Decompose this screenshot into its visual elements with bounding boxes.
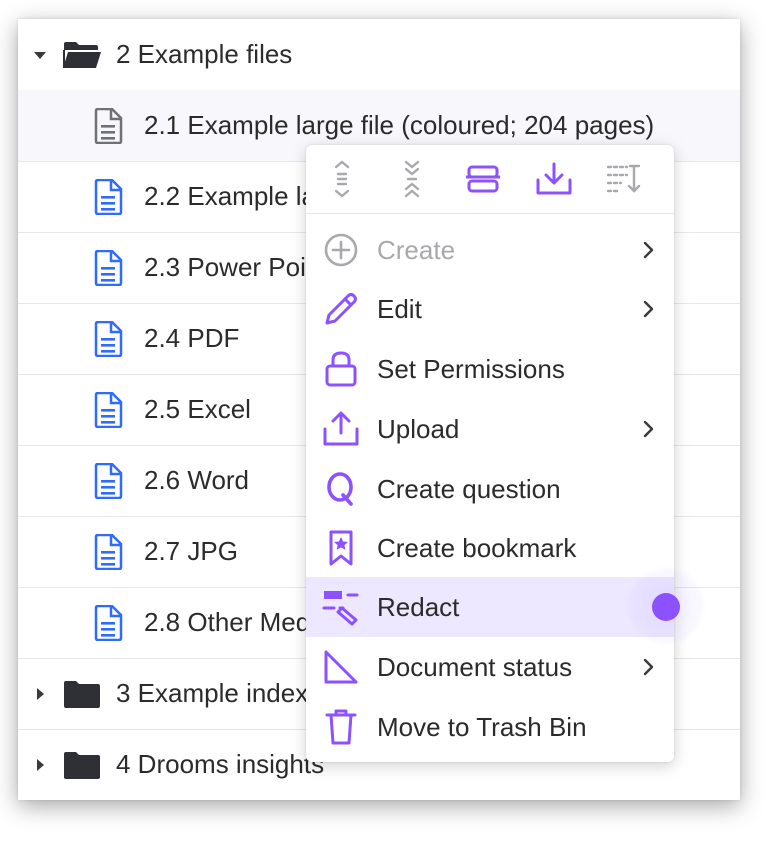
menu-item-label: Move to Trash Bin <box>377 711 587 742</box>
caret-down-icon[interactable] <box>32 47 48 63</box>
status-triangle-icon <box>322 648 360 686</box>
document-icon <box>94 604 123 641</box>
print-icon[interactable] <box>463 159 503 199</box>
file-label: 2.1 Example large file (coloured; 204 pa… <box>144 110 655 140</box>
menu-item-label: Edit <box>377 293 422 324</box>
menu-item-move-to-trash[interactable]: Move to Trash Bin <box>306 697 674 757</box>
download-icon[interactable] <box>534 159 574 199</box>
menu-item-label: Create question <box>377 473 561 504</box>
folder-label: 3 Example index <box>116 678 309 708</box>
folder-icon <box>64 680 100 708</box>
chevron-right-icon <box>643 241 654 259</box>
menu-item-set-permissions[interactable]: Set Permissions <box>306 339 674 399</box>
file-label: 2.5 Excel <box>144 394 251 424</box>
menu-item-redact[interactable]: Redact <box>306 577 674 637</box>
menu-item-create-question[interactable]: Create question <box>306 459 674 519</box>
caret-right-icon[interactable] <box>32 757 48 773</box>
menu-item-label: Create bookmark <box>377 532 577 563</box>
document-icon <box>94 391 123 428</box>
menu-toolbar <box>306 145 674 214</box>
menu-item-label: Upload <box>377 413 460 444</box>
lock-icon <box>322 350 360 388</box>
file-label: 2.8 Other Media <box>144 607 331 637</box>
chevron-right-icon <box>643 420 654 438</box>
folder-label: 4 Drooms insights <box>116 749 325 779</box>
menu-item-label: Document status <box>377 651 573 682</box>
file-label: 2.4 PDF <box>144 323 240 353</box>
trash-icon <box>322 708 360 746</box>
cursor-pointer <box>652 593 680 621</box>
pencil-icon <box>322 290 360 328</box>
plus-circle-icon <box>322 231 360 269</box>
document-icon <box>94 249 123 286</box>
caret-right-icon[interactable] <box>32 686 48 702</box>
upload-icon <box>322 410 360 448</box>
menu-item-create-bookmark[interactable]: Create bookmark <box>306 518 674 578</box>
document-icon <box>94 533 123 570</box>
collapse-icon[interactable] <box>392 159 432 199</box>
menu-item-create: Create <box>306 220 674 280</box>
tree-folder-2[interactable]: 2 Example files <box>18 19 740 91</box>
file-label: 2.7 JPG <box>144 536 238 566</box>
chevron-right-icon <box>643 300 654 318</box>
menu-item-label: Redact <box>377 591 460 622</box>
menu-item-upload[interactable]: Upload <box>306 399 674 459</box>
menu-item-label: Set Permissions <box>377 353 565 384</box>
document-icon <box>94 178 123 215</box>
sort-icon[interactable] <box>604 159 644 199</box>
file-label: 2.6 Word <box>144 465 250 495</box>
bookmark-icon <box>322 529 360 567</box>
folder-open-icon <box>63 41 101 68</box>
question-q-icon <box>322 470 360 508</box>
menu-item-document-status[interactable]: Document status <box>306 637 674 697</box>
menu-item-edit[interactable]: Edit <box>306 279 674 339</box>
context-menu: Create Edit Set Permissions Upload Creat… <box>306 145 674 762</box>
folder-icon <box>64 751 100 779</box>
document-icon <box>94 462 123 499</box>
document-icon <box>94 107 123 144</box>
document-icon <box>94 320 123 357</box>
chevron-right-icon <box>643 658 654 676</box>
expand-icon[interactable] <box>322 159 362 199</box>
folder-label: 2 Example files <box>116 39 293 69</box>
redact-icon <box>322 588 360 626</box>
file-label: 2.3 Power Point <box>144 252 328 282</box>
menu-item-label: Create <box>377 234 456 265</box>
